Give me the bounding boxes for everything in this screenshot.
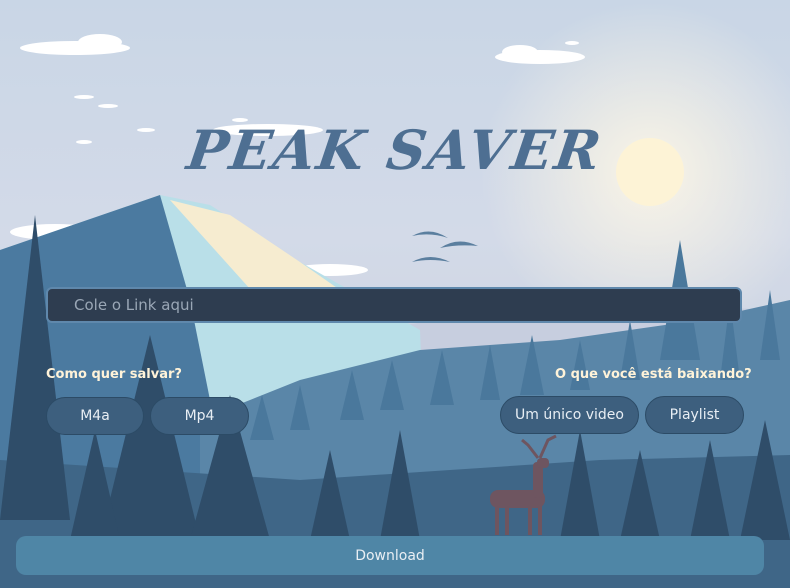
mp4-button[interactable]: Mp4 — [150, 397, 249, 435]
single-video-button[interactable]: Um único video — [500, 396, 639, 434]
format-label: Como quer salvar? — [46, 367, 182, 382]
type-label: O que você está baixando? — [555, 367, 752, 382]
app-title: PEAK SAVER — [183, 118, 607, 182]
playlist-button[interactable]: Playlist — [645, 396, 744, 434]
link-input[interactable] — [46, 287, 742, 323]
download-button[interactable]: Download — [16, 536, 764, 575]
m4a-button[interactable]: M4a — [46, 397, 144, 435]
